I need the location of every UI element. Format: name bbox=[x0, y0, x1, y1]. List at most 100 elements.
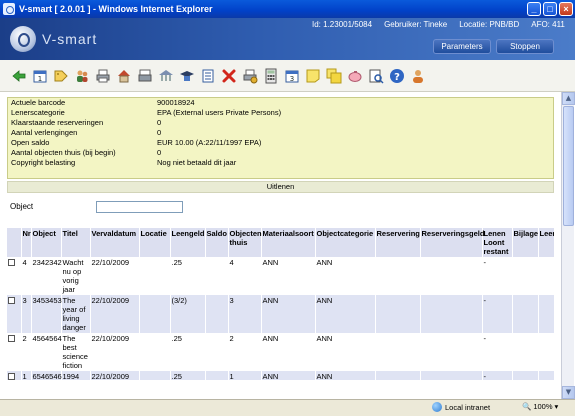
cell-nr: 4 bbox=[21, 257, 32, 295]
cell-reservering bbox=[375, 371, 421, 380]
row-select[interactable] bbox=[7, 333, 22, 371]
cell-saldo bbox=[205, 333, 229, 371]
cell-titel: The best science fiction bbox=[61, 333, 91, 371]
person-icon[interactable] bbox=[409, 67, 427, 85]
col-bijlage[interactable]: Bijlage bbox=[512, 228, 539, 257]
window-titlebar: V-smart [ 2.0.01 ] - Windows Internet Ex… bbox=[0, 0, 575, 18]
toolbar: 1 3 ? bbox=[0, 60, 575, 92]
calculator-icon[interactable] bbox=[262, 67, 280, 85]
cell-reservering bbox=[375, 257, 421, 295]
cell-leenbe bbox=[538, 371, 554, 380]
table-row[interactable]: 3 3453453 The year of living danger 22/1… bbox=[7, 295, 554, 333]
help-icon[interactable]: ? bbox=[388, 67, 406, 85]
notes-icon[interactable] bbox=[325, 67, 343, 85]
info-label: Klaarstaande reserveringen bbox=[11, 118, 104, 127]
col-vervaldatum[interactable]: Vervaldatum bbox=[90, 228, 140, 257]
col-leengeld[interactable]: Leengeld bbox=[170, 228, 206, 257]
card-print-icon[interactable] bbox=[136, 67, 154, 85]
scroll-down-button[interactable]: ▼ bbox=[562, 386, 575, 399]
calendar-icon[interactable]: 1 bbox=[31, 67, 49, 85]
col-leenbe[interactable]: Leenbe bbox=[538, 228, 554, 257]
cell-object: 3453453 bbox=[31, 295, 62, 333]
cell-bijlage bbox=[512, 333, 539, 371]
cell-reserveringsgeld bbox=[420, 333, 483, 371]
col-locatie[interactable]: Locatie bbox=[139, 228, 171, 257]
col-reserveringsgeld[interactable]: Reserveringsgeld bbox=[420, 228, 484, 257]
cell-nr: 2 bbox=[21, 333, 32, 371]
parameters-button[interactable]: Parameters bbox=[433, 39, 491, 54]
cell-objectcategorie: ANN bbox=[315, 371, 376, 380]
house-icon[interactable] bbox=[115, 67, 133, 85]
col-objectcategorie[interactable]: Objectcategorie bbox=[315, 228, 376, 257]
stop-button[interactable]: Stoppen bbox=[496, 39, 554, 54]
table-row[interactable]: 1 6546546 1994 22/10/2009 .25 1 ANN ANN … bbox=[7, 371, 554, 380]
col-saldo[interactable]: Saldo bbox=[205, 228, 229, 257]
col-materiaalsoort[interactable]: Materiaalsoort bbox=[261, 228, 316, 257]
cell-vervaldatum: 22/10/2009 bbox=[90, 333, 140, 371]
cell-reservering bbox=[375, 295, 421, 333]
table-row[interactable]: 4 2342342 Wacht nu op vorig jaar 22/10/2… bbox=[7, 257, 554, 295]
cell-leengeld: (3/2) bbox=[170, 295, 206, 333]
tag-icon[interactable] bbox=[52, 67, 70, 85]
maximize-button[interactable]: □ bbox=[543, 2, 557, 16]
row-checkbox[interactable] bbox=[8, 335, 15, 342]
col-reservering[interactable]: Reservering bbox=[375, 228, 421, 257]
cell-object: 6546546 bbox=[31, 371, 62, 380]
cell-objecten-thuis: 4 bbox=[228, 257, 262, 295]
preview-icon[interactable] bbox=[367, 67, 385, 85]
cell-vervaldatum: 22/10/2009 bbox=[90, 257, 140, 295]
list-icon[interactable] bbox=[199, 67, 217, 85]
scroll-up-button[interactable]: ▲ bbox=[562, 92, 575, 105]
col-object[interactable]: Object bbox=[31, 228, 62, 257]
print-icon[interactable] bbox=[94, 67, 112, 85]
col-lenen-loont-restant[interactable]: Lenen Loont restant bbox=[482, 228, 513, 257]
close-button[interactable]: × bbox=[559, 2, 573, 16]
calendar-3-icon[interactable]: 3 bbox=[283, 67, 301, 85]
library-icon[interactable] bbox=[157, 67, 175, 85]
cell-object: 4564564 bbox=[31, 333, 62, 371]
vertical-scrollbar[interactable]: ▲ ▼ bbox=[561, 92, 575, 399]
col-titel[interactable]: Titel bbox=[61, 228, 91, 257]
back-arrow-icon[interactable] bbox=[10, 67, 28, 85]
row-checkbox[interactable] bbox=[8, 373, 15, 380]
print-settings-icon[interactable] bbox=[241, 67, 259, 85]
session-afo: AFO: 411 bbox=[531, 20, 565, 29]
student-icon[interactable] bbox=[178, 67, 196, 85]
delete-icon[interactable] bbox=[220, 67, 238, 85]
cell-objecten-thuis: 2 bbox=[228, 333, 262, 371]
row-select[interactable] bbox=[7, 371, 22, 380]
info-value: 0 bbox=[157, 118, 162, 127]
table-header-row: Nr Object Titel Vervaldatum Locatie Leen… bbox=[7, 228, 554, 257]
cell-titel: Wacht nu op vorig jaar bbox=[61, 257, 91, 295]
cell-saldo bbox=[205, 371, 229, 380]
borrower-info-panel: Actuele barcode 900018924 Lenerscategorie… bbox=[7, 97, 554, 179]
cell-reserveringsgeld bbox=[420, 257, 483, 295]
row-checkbox[interactable] bbox=[8, 259, 15, 266]
cell-objectcategorie: ANN bbox=[315, 295, 376, 333]
object-input[interactable] bbox=[96, 201, 183, 213]
browser-icon bbox=[3, 3, 15, 15]
cell-locatie bbox=[139, 371, 171, 380]
note-icon[interactable] bbox=[304, 67, 322, 85]
info-label: Aantal objecten thuis (bij begin) bbox=[11, 148, 116, 157]
info-value: 0 bbox=[157, 148, 162, 157]
cell-leenbe bbox=[538, 257, 554, 295]
cell-leenbe bbox=[538, 295, 554, 333]
cell-nr: 3 bbox=[21, 295, 32, 333]
col-objecten-thuis[interactable]: Objecten thuis bbox=[228, 228, 262, 257]
cell-titel: 1994 bbox=[61, 371, 91, 380]
row-select[interactable] bbox=[7, 257, 22, 295]
piggy-bank-icon[interactable] bbox=[346, 67, 364, 85]
users-icon[interactable] bbox=[73, 67, 91, 85]
chevron-down-icon[interactable]: ▾ bbox=[555, 402, 559, 411]
scroll-thumb[interactable] bbox=[563, 106, 574, 226]
row-checkbox[interactable] bbox=[8, 297, 15, 304]
svg-text:1: 1 bbox=[38, 75, 42, 83]
info-label: Copyright belasting bbox=[11, 158, 76, 167]
zoom-control[interactable]: 🔍 100% ▾ bbox=[522, 402, 558, 411]
cell-nr: 1 bbox=[21, 371, 32, 380]
minimize-button[interactable]: _ bbox=[527, 2, 541, 16]
row-select[interactable] bbox=[7, 295, 22, 333]
col-nr[interactable]: Nr bbox=[21, 228, 32, 257]
table-row[interactable]: 2 4564564 The best science fiction 22/10… bbox=[7, 333, 554, 371]
